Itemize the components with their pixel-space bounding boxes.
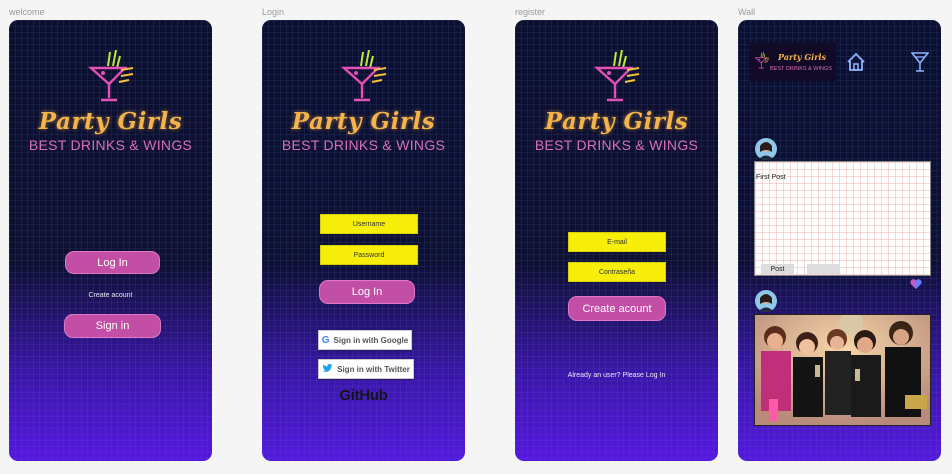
frame-label-wall: Wall [738, 7, 756, 17]
brand-logo: Party Girls BEST DRINKS & WINGS [9, 50, 212, 153]
username-input[interactable]: Username [320, 214, 418, 234]
post-composer[interactable]: First Post Post [754, 161, 931, 276]
brand-name: Party Girls [291, 108, 436, 135]
frame-label-welcome: welcome [9, 7, 45, 17]
party-photo[interactable] [754, 314, 931, 426]
brand-name: Party Girls [38, 108, 183, 135]
post-text: First Post [756, 174, 786, 181]
cocktail-neon-icon [342, 50, 387, 102]
already-user-login-link[interactable]: Already an user? Please Log In [515, 372, 718, 379]
password-input[interactable]: Password [320, 245, 418, 265]
twitter-bird-icon [322, 363, 333, 375]
mini-brand-tagline: BEST DRINKS & WINGS [770, 66, 832, 72]
login-button[interactable]: Log In [319, 280, 415, 304]
home-icon[interactable] [846, 52, 866, 77]
brand-logo: Party Girls BEST DRINKS & WINGS [262, 50, 465, 153]
google-signin-label: Sign in with Google [333, 335, 409, 345]
frame-label-login: Login [262, 7, 285, 17]
login-button[interactable]: Log In [65, 251, 160, 274]
create-account-link[interactable]: Create acount [9, 292, 212, 299]
github-signin-button[interactable]: GitHub [262, 387, 465, 404]
post-button[interactable]: Post [761, 264, 794, 274]
brand-tagline: BEST DRINKS & WINGS [534, 137, 699, 153]
attach-button[interactable] [807, 264, 840, 274]
welcome-screen: Party Girls BEST DRINKS & WINGS Log In C… [9, 20, 212, 461]
frame-label-register: register [515, 7, 546, 17]
brand-logo: Party Girls BEST DRINKS & WINGS [515, 50, 718, 153]
brand-tagline: BEST DRINKS & WINGS [28, 137, 193, 153]
google-g-icon: G [321, 334, 330, 346]
cocktail-icon[interactable] [910, 51, 930, 78]
cocktail-neon-icon [89, 50, 134, 102]
email-input[interactable]: E-mail [568, 232, 666, 252]
create-account-button[interactable]: Create acount [568, 296, 666, 321]
wall-screen: Party Girls BEST DRINKS & WINGS First Po… [738, 20, 941, 461]
heart-icon[interactable] [910, 276, 922, 294]
mini-brand-logo[interactable]: Party Girls BEST DRINKS & WINGS [750, 43, 836, 81]
brand-name: Party Girls [544, 108, 689, 135]
login-screen: Party Girls BEST DRINKS & WINGS Username… [262, 20, 465, 461]
avatar[interactable] [755, 290, 777, 312]
mini-brand-name: Party Girls [778, 52, 826, 62]
twitter-signin-label: Sign in with Twitter [337, 364, 410, 374]
signin-button[interactable]: Sign in [64, 314, 161, 338]
cocktail-neon-icon [755, 52, 770, 69]
password-input[interactable]: Contraseña [568, 262, 666, 282]
twitter-signin-button[interactable]: Sign in with Twitter [318, 359, 414, 379]
brand-tagline: BEST DRINKS & WINGS [281, 137, 446, 153]
avatar[interactable] [755, 138, 777, 160]
cocktail-neon-icon [595, 50, 640, 102]
register-screen: Party Girls BEST DRINKS & WINGS E-mail C… [515, 20, 718, 461]
google-signin-button[interactable]: G Sign in with Google [318, 330, 412, 350]
